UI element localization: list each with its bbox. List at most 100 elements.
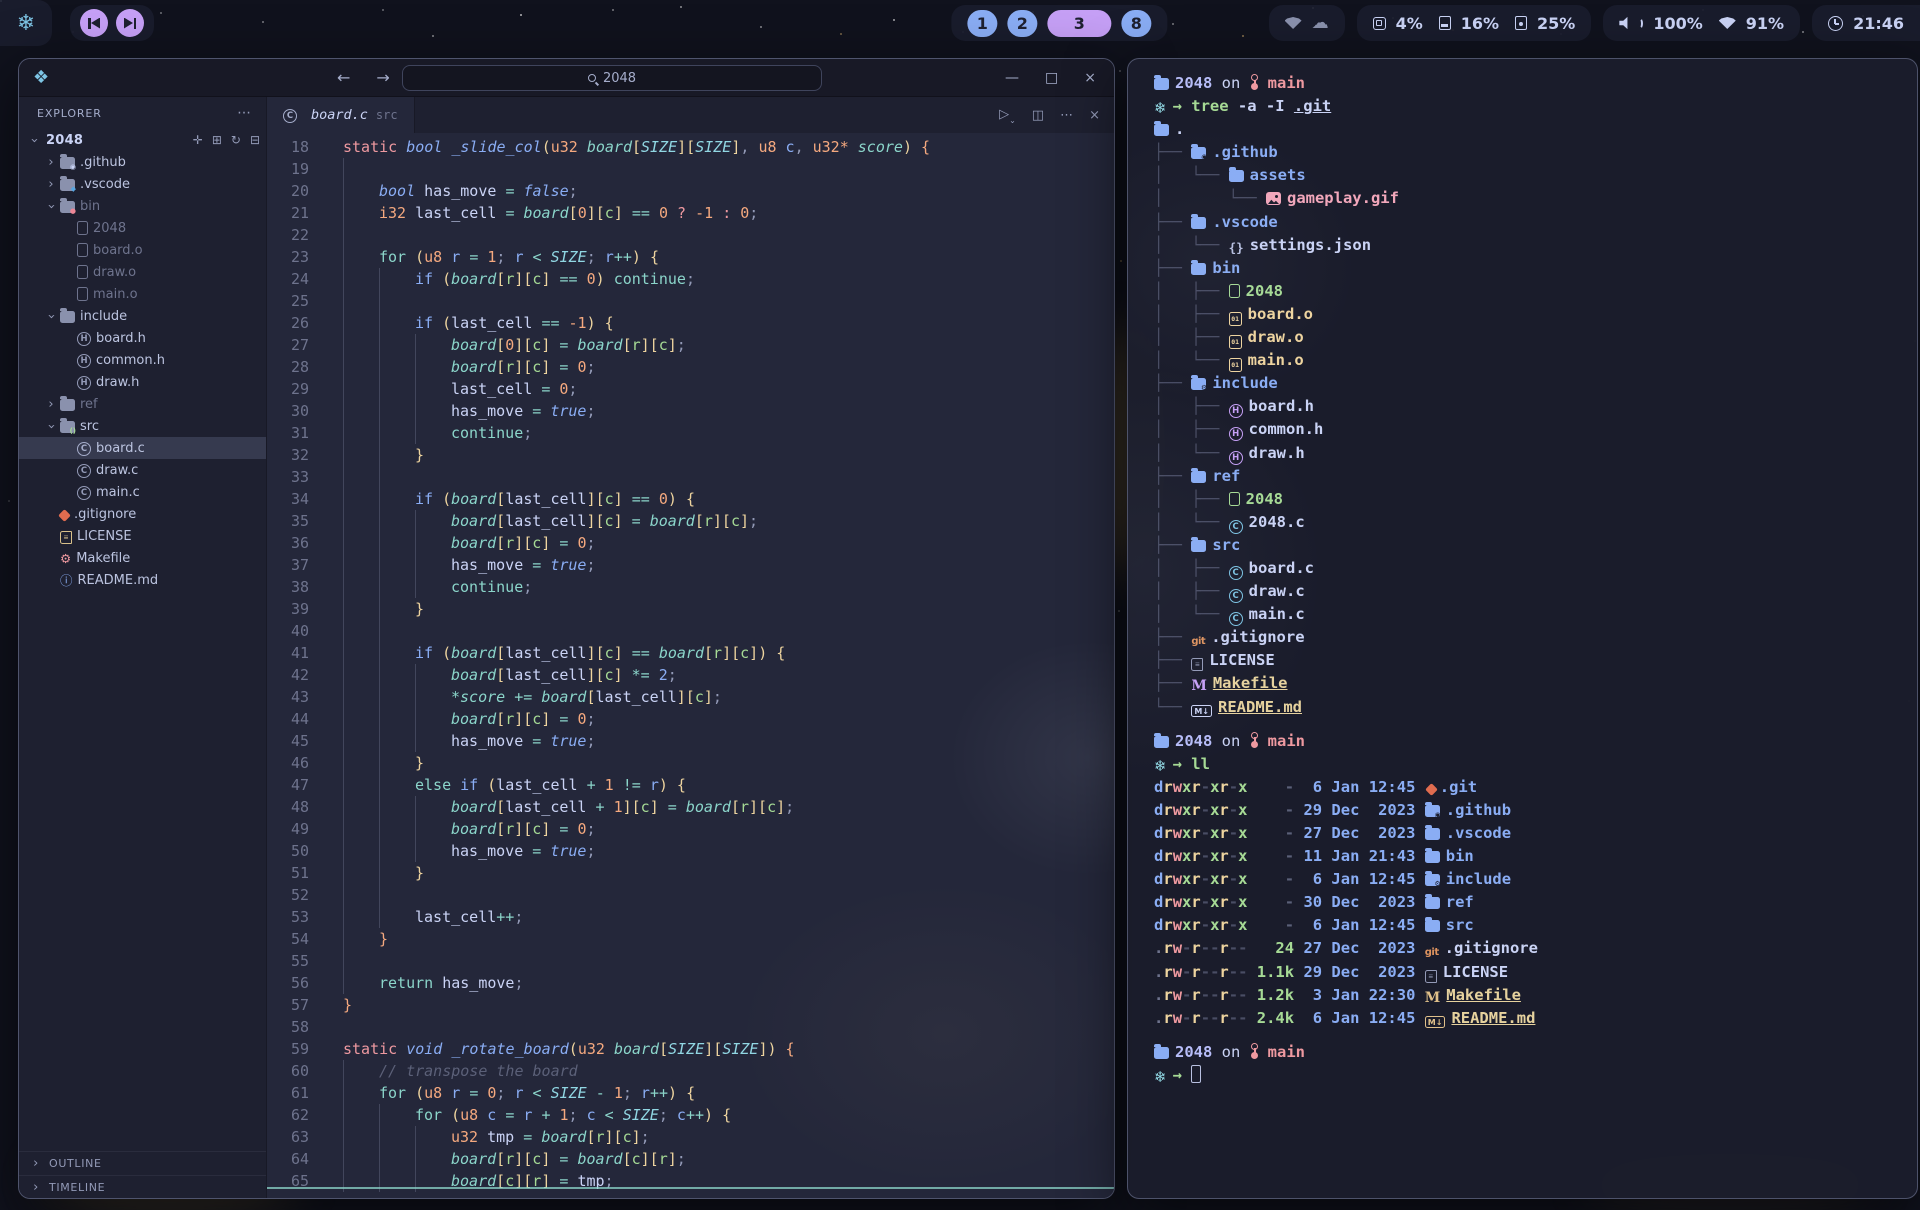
workspace-3[interactable]: 3 [1047, 10, 1111, 37]
vscode-window[interactable]: ❖ ← → 2048 — □ × EXPLORER ⋯ ›2048✛⊞↻⊟›◉.… [18, 58, 1115, 1199]
terminal-content[interactable]: 2048 on main❄→ tree -a -I .git.├── ◉.git… [1128, 59, 1917, 1198]
vscode-logo-icon: ❖ [33, 67, 49, 88]
explorer-item-.gitignore[interactable]: .gitignore [19, 503, 266, 525]
tree-entry-README.md: └── M↓README.md [1154, 696, 1917, 719]
close-button[interactable]: × [1084, 70, 1096, 86]
maximize-button[interactable]: □ [1045, 70, 1058, 86]
code-line-23: 23for (u8 r = 1; r < SIZE; r++) { [267, 246, 1114, 268]
ls-entry-ref: drwxr-xr-x - 30 Dec 2023 ref [1154, 891, 1917, 914]
code-line-61: 61for (u8 r = 0; r < SIZE - 1; r++) { [267, 1082, 1114, 1104]
cpu-icon [1373, 17, 1386, 30]
code-line-62: 62for (u8 c = r + 1; c < SIZE; c++) { [267, 1104, 1114, 1126]
status-bar: ❄ 1238 ☁ 4% 16% 25% 100% 91% 21:46 [0, 0, 1920, 46]
folder-icon: ⚙ [1425, 874, 1440, 886]
explorer-item-ref[interactable]: ›ref [19, 393, 266, 415]
wifi-strength: 91% [1746, 14, 1784, 33]
code-line-29: 29last_cell = 0; [267, 378, 1114, 400]
workspace-2[interactable]: 2 [1007, 10, 1037, 37]
skip-previous-button[interactable] [80, 9, 108, 37]
explorer-item-src[interactable]: ›()src [19, 415, 266, 437]
m-icon: M [1191, 678, 1207, 694]
explorer-item-main.c[interactable]: Cmain.c [19, 481, 266, 503]
forward-button[interactable]: → [376, 68, 389, 87]
explorer-item-board.o[interactable]: board.o [19, 239, 266, 261]
timeline-section[interactable]: ›TIMELINE [19, 1175, 266, 1199]
folder-icon [60, 311, 75, 323]
code-line-44: 44board[r][c] = 0; [267, 708, 1114, 730]
folder-icon: ● [60, 201, 75, 213]
explorer-item-2048[interactable]: ›2048✛⊞↻⊟ [19, 129, 266, 151]
code-editor[interactable]: 18static bool _slide_col(u32 board[SIZE]… [267, 133, 1114, 1199]
code-line-39: 39} [267, 598, 1114, 620]
split-editor-button[interactable]: ◫ [1032, 108, 1044, 123]
img-icon [1266, 192, 1281, 205]
explorer-item-common.h[interactable]: Hcommon.h [19, 349, 266, 371]
folder-icon: ◆ [60, 179, 75, 191]
obj-icon: 01 [1229, 335, 1242, 349]
ls-entry-.github: drwxr-xr-x - 29 Dec 2023 ◉.github [1154, 799, 1917, 822]
explorer-more-icon[interactable]: ⋯ [237, 105, 252, 121]
book-icon: ≡ [60, 531, 72, 544]
explorer-item-Makefile[interactable]: ⚙Makefile [19, 547, 266, 569]
explorer-item-draw.h[interactable]: Hdraw.h [19, 371, 266, 393]
editor-accent-line [267, 1187, 1114, 1189]
minimize-button[interactable]: — [1005, 70, 1019, 86]
code-line-19: 19 [267, 158, 1114, 180]
snow-icon: ❄ [1154, 755, 1167, 778]
skip-next-button[interactable] [116, 9, 144, 37]
nix-snowflake-icon[interactable]: ❄ [0, 0, 52, 46]
tab-board-c[interactable]: C board.c src [267, 97, 415, 133]
explorer-item-board.c[interactable]: Cboard.c [19, 437, 266, 459]
folder-icon [1191, 217, 1206, 229]
terminal-window[interactable]: 2048 on main❄→ tree -a -I .git.├── ◉.git… [1127, 58, 1918, 1199]
workspace-8[interactable]: 8 [1121, 10, 1151, 37]
code-line-49: 49board[r][c] = 0; [267, 818, 1114, 840]
vscode-titlebar[interactable]: ❖ ← → 2048 — □ × [19, 59, 1114, 97]
system-stats: 4% 16% 25% [1357, 5, 1592, 41]
back-button[interactable]: ← [337, 68, 350, 87]
explorer-item-include[interactable]: ›include [19, 305, 266, 327]
tree-entry-draw.o: │ ├── 01draw.o [1154, 326, 1917, 349]
tree-entry-board.c: │ ├── Cboard.c [1154, 557, 1917, 580]
explorer-item-LICENSE[interactable]: ≡LICENSE [19, 525, 266, 547]
tree-entry-board.h: │ ├── Hboard.h [1154, 395, 1917, 418]
explorer-item-.github[interactable]: ›◉.github [19, 151, 266, 173]
collapse-all-icon[interactable]: ⊟ [250, 133, 260, 147]
code-line-27: 27board[0][c] = board[r][c]; [267, 334, 1114, 356]
code-line-20: 20bool has_move = false; [267, 180, 1114, 202]
new-folder-icon[interactable]: ⊞ [212, 133, 222, 147]
explorer-item-draw.o[interactable]: draw.o [19, 261, 266, 283]
command-center-search[interactable]: 2048 [402, 65, 822, 91]
wifi-icon[interactable] [1719, 17, 1736, 29]
h-icon: H [1229, 427, 1243, 441]
run-button[interactable]: ▷⌄ [999, 107, 1016, 124]
cloud-tray-icon[interactable]: ☁ [1312, 13, 1329, 33]
volume-icon[interactable] [1619, 16, 1633, 30]
ls-entry-bin: drwxr-xr-x - 11 Jan 21:43 bin [1154, 845, 1917, 868]
outline-section[interactable]: ›OUTLINE [19, 1151, 266, 1175]
explorer-item-draw.c[interactable]: Cdraw.c [19, 459, 266, 481]
editor-more-button[interactable]: ⋯ [1060, 108, 1073, 123]
code-line-55: 55 [267, 950, 1114, 972]
explorer-item-main.o[interactable]: main.o [19, 283, 266, 305]
explorer-item-2048[interactable]: 2048 [19, 217, 266, 239]
code-line-43: 43*score += board[last_cell][c]; [267, 686, 1114, 708]
close-editor-button[interactable]: × [1089, 108, 1100, 123]
explorer-item-.vscode[interactable]: ›◆.vscode [19, 173, 266, 195]
explorer-item-bin[interactable]: ›●bin [19, 195, 266, 217]
code-line-57: 57} [267, 994, 1114, 1016]
terminal-command: ❄→ tree -a -I .git [1154, 95, 1917, 118]
refresh-icon[interactable]: ↻ [231, 133, 241, 147]
media-controls [70, 5, 154, 41]
tab-filename: board.c [311, 107, 368, 123]
new-file-icon[interactable]: ✛ [193, 133, 203, 147]
workspace-switcher: 1238 [951, 5, 1167, 41]
workspace-1[interactable]: 1 [967, 10, 997, 37]
code-line-37: 37has_move = true; [267, 554, 1114, 576]
wifi-tray-icon[interactable] [1285, 17, 1302, 29]
terminal-input-line[interactable]: ❄→ [1154, 1064, 1917, 1087]
h-icon: H [1229, 451, 1243, 465]
explorer-item-board.h[interactable]: Hboard.h [19, 327, 266, 349]
explorer-item-README.md[interactable]: ⓘREADME.md [19, 569, 266, 591]
tree-entry-.vscode: ├── .vscode [1154, 211, 1917, 234]
